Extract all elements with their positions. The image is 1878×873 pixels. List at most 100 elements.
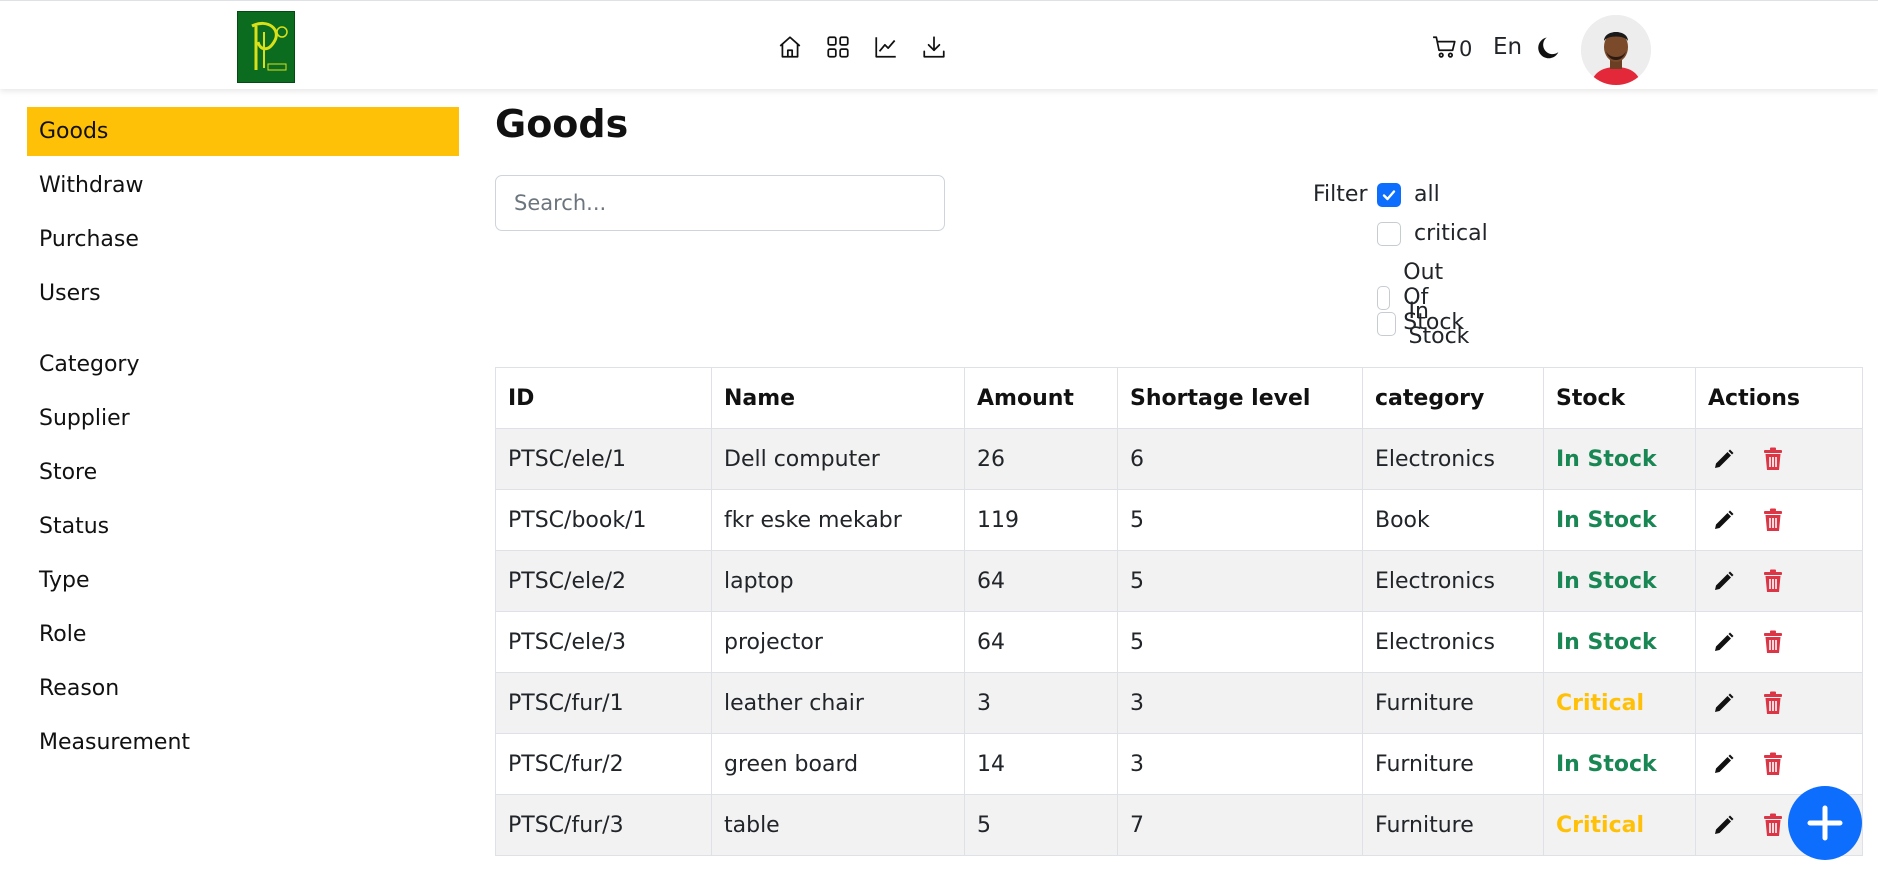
delete-trash-icon[interactable] <box>1762 569 1784 593</box>
sidebar-item-goods[interactable]: Goods <box>27 107 459 156</box>
cart-button[interactable]: 0 <box>1432 34 1472 64</box>
filter-option-label: all <box>1414 182 1440 207</box>
delete-trash-icon[interactable] <box>1762 813 1784 837</box>
cell-id: PTSC/ele/1 <box>495 428 712 490</box>
sidebar-item-label: Store <box>39 460 98 485</box>
cell-name: table <box>711 794 965 856</box>
edit-pencil-icon[interactable] <box>1712 569 1736 593</box>
search-input[interactable] <box>495 175 945 231</box>
stock-status-badge: In Stock <box>1556 629 1657 655</box>
grid-icon[interactable] <box>825 34 851 64</box>
table-row[interactable]: PTSC/fur/3 table 5 7 Furniture Critical <box>495 794 1863 856</box>
cell-name: Dell computer <box>711 428 965 490</box>
cell-actions <box>1695 733 1863 795</box>
column-header-id[interactable]: ID <box>495 367 712 429</box>
column-header-stock[interactable]: Stock <box>1543 367 1696 429</box>
column-header-category[interactable]: category <box>1362 367 1544 429</box>
cell-actions <box>1695 672 1863 734</box>
cell-shortage-level: 5 <box>1117 489 1363 551</box>
cell-stock: In Stock <box>1543 733 1696 795</box>
chart-line-icon[interactable] <box>873 34 899 64</box>
sidebar-item-label: Goods <box>39 119 109 144</box>
sidebar-item-supplier[interactable]: Supplier <box>27 394 459 443</box>
edit-pencil-icon[interactable] <box>1712 508 1736 532</box>
cell-id: PTSC/fur/1 <box>495 672 712 734</box>
cell-actions <box>1695 611 1863 673</box>
table-row[interactable]: PTSC/ele/2 laptop 64 5 Electronics In Stock <box>495 550 1863 612</box>
sidebar-item-measurement[interactable]: Measurement <box>27 718 459 767</box>
sidebar: Goods Withdraw Purchase Users Category S… <box>27 107 459 772</box>
stock-status-badge: In Stock <box>1556 751 1657 777</box>
cell-name: green board <box>711 733 965 795</box>
cell-amount: 3 <box>964 672 1118 734</box>
filter-checkbox-checked[interactable] <box>1377 182 1401 207</box>
column-header-name[interactable]: Name <box>711 367 965 429</box>
filter-option-all[interactable]: all <box>1377 182 1440 207</box>
cart-icon <box>1432 34 1458 64</box>
filter-checkbox[interactable] <box>1377 312 1396 336</box>
cell-shortage-level: 6 <box>1117 428 1363 490</box>
cell-name: fkr eske mekabr <box>711 489 965 551</box>
stock-status-badge: In Stock <box>1556 507 1657 533</box>
cell-id: PTSC/ele/2 <box>495 550 712 612</box>
cell-name: leather chair <box>711 672 965 734</box>
sidebar-item-reason[interactable]: Reason <box>27 664 459 713</box>
stock-status-badge: In Stock <box>1556 568 1657 594</box>
table-row[interactable]: PTSC/fur/2 green board 14 3 Furniture In Stoc… <box>495 733 1863 795</box>
sidebar-item-label: Withdraw <box>39 173 144 198</box>
user-avatar[interactable] <box>1581 15 1651 85</box>
sidebar-item-status[interactable]: Status <box>27 502 459 551</box>
sidebar-item-type[interactable]: Type <box>27 556 459 605</box>
cell-stock: In Stock <box>1543 611 1696 673</box>
dark-mode-moon-icon[interactable] <box>1535 34 1563 62</box>
table-row[interactable]: PTSC/ele/3 projector 64 5 Electronics In Stoc… <box>495 611 1863 673</box>
sidebar-item-category[interactable]: Category <box>27 340 459 389</box>
filter-option-in-stock[interactable]: In Stock <box>1377 299 1475 349</box>
edit-pencil-icon[interactable] <box>1712 691 1736 715</box>
stock-status-badge: In Stock <box>1556 446 1657 472</box>
app-logo[interactable] <box>237 11 295 83</box>
cell-stock: In Stock <box>1543 550 1696 612</box>
filter-option-label: In Stock <box>1408 299 1470 349</box>
delete-trash-icon[interactable] <box>1762 447 1784 471</box>
cell-actions <box>1695 489 1863 551</box>
column-header-amount[interactable]: Amount <box>964 367 1118 429</box>
cell-category: Electronics <box>1362 550 1544 612</box>
sidebar-item-purchase[interactable]: Purchase <box>27 215 459 264</box>
sidebar-item-role[interactable]: Role <box>27 610 459 659</box>
table-row[interactable]: PTSC/fur/1 leather chair 3 3 Furniture Critic… <box>495 672 1863 734</box>
edit-pencil-icon[interactable] <box>1712 813 1736 837</box>
cell-shortage-level: 5 <box>1117 611 1363 673</box>
table-row[interactable]: PTSC/book/1 fkr eske mekabr 119 5 Book In Sto… <box>495 489 1863 551</box>
delete-trash-icon[interactable] <box>1762 691 1784 715</box>
sidebar-item-label: Role <box>39 622 87 647</box>
edit-pencil-icon[interactable] <box>1712 752 1736 776</box>
sidebar-item-withdraw[interactable]: Withdraw <box>27 161 459 210</box>
table-header-row: ID Name Amount Shortage level category S… <box>495 367 1863 429</box>
add-goods-button[interactable] <box>1788 786 1862 860</box>
cell-category: Furniture <box>1362 794 1544 856</box>
column-header-shortage-level[interactable]: Shortage level <box>1117 367 1363 429</box>
sidebar-item-store[interactable]: Store <box>27 448 459 497</box>
download-icon[interactable] <box>921 34 947 64</box>
cell-amount: 14 <box>964 733 1118 795</box>
sidebar-item-label: Category <box>39 352 140 377</box>
delete-trash-icon[interactable] <box>1762 508 1784 532</box>
filter-checkbox[interactable] <box>1377 221 1401 246</box>
delete-trash-icon[interactable] <box>1762 630 1784 654</box>
sidebar-divider <box>27 323 459 340</box>
sidebar-item-label: Users <box>39 281 101 306</box>
table-row[interactable]: PTSC/ele/1 Dell computer 26 6 Electronics In … <box>495 428 1863 490</box>
cell-id: PTSC/ele/3 <box>495 611 712 673</box>
sidebar-item-label: Type <box>39 568 90 593</box>
delete-trash-icon[interactable] <box>1762 752 1784 776</box>
cell-shortage-level: 3 <box>1117 672 1363 734</box>
language-switch[interactable]: En <box>1493 34 1522 60</box>
cell-amount: 64 <box>964 550 1118 612</box>
filter-option-critical[interactable]: critical <box>1377 221 1488 246</box>
cell-id: PTSC/fur/2 <box>495 733 712 795</box>
edit-pencil-icon[interactable] <box>1712 630 1736 654</box>
sidebar-item-users[interactable]: Users <box>27 269 459 318</box>
home-icon[interactable] <box>777 34 803 64</box>
edit-pencil-icon[interactable] <box>1712 447 1736 471</box>
